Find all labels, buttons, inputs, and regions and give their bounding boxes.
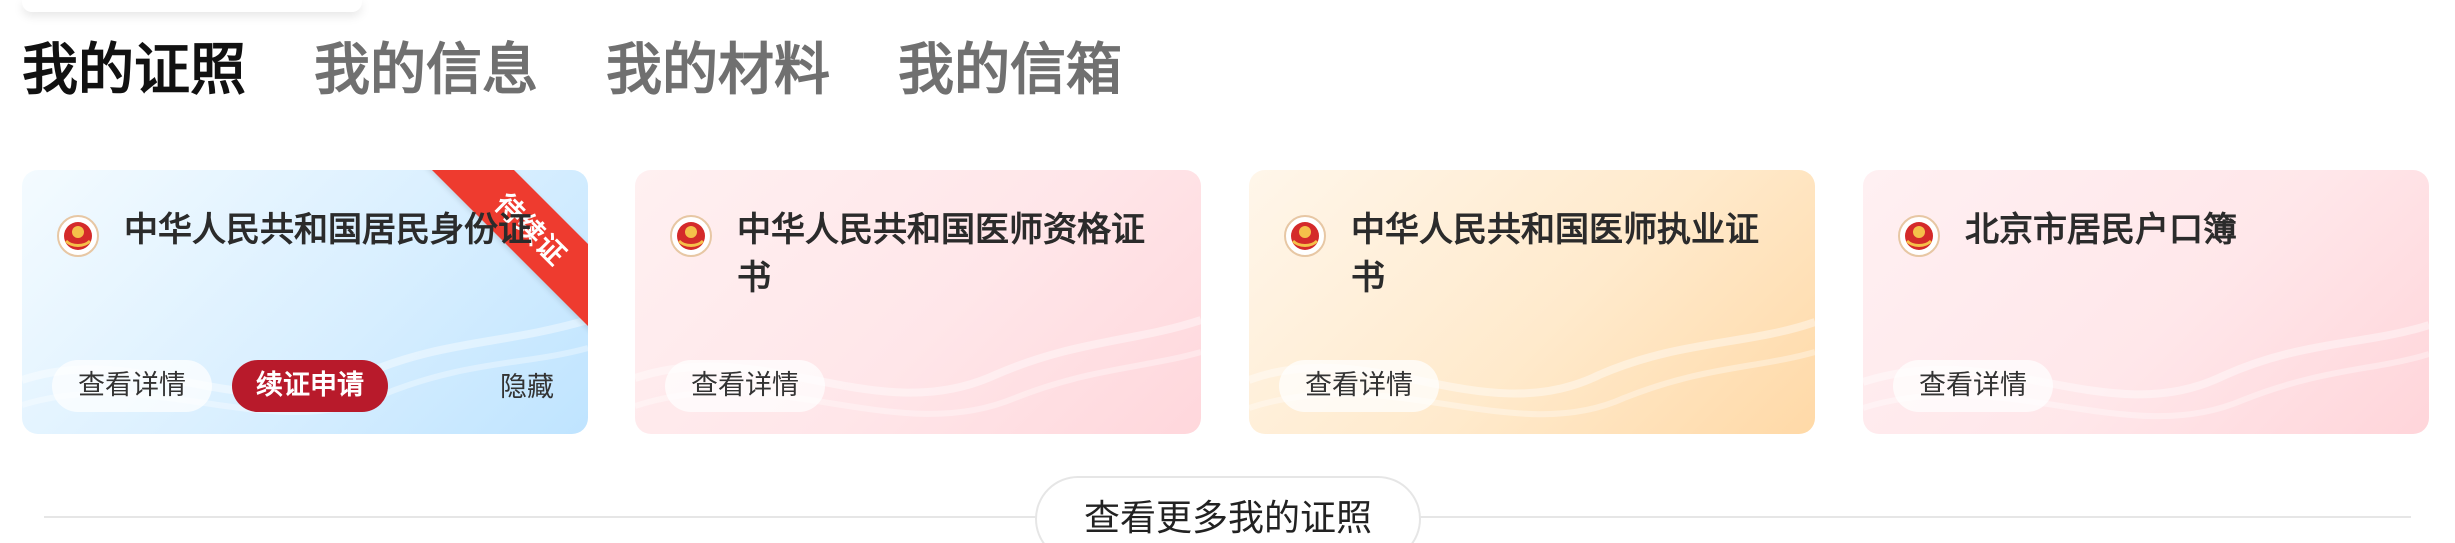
license-card-list: 待续证 中华人民共和国居民身份证 查看详情 续证申请 隐藏 中华人民共和国医师资… [22,170,2437,435]
license-title: 中华人民共和国居民身份证 [124,210,532,250]
license-title: 中华人民共和国医师资格证书 [737,210,1145,298]
view-details-button[interactable]: 查看详情 [1279,360,1439,412]
national-emblem-icon [1284,215,1326,257]
view-more-licenses-button[interactable]: 查看更多我的证照 [1035,476,1421,543]
license-card-id-card[interactable]: 待续证 中华人民共和国居民身份证 查看详情 续证申请 隐藏 [22,170,588,434]
tab-my-licenses[interactable]: 我的证照 [22,43,246,99]
tab-my-materials[interactable]: 我的材料 [606,43,830,99]
renew-application-button[interactable]: 续证申请 [232,360,388,412]
top-popover-edge [22,0,362,12]
tab-my-info[interactable]: 我的信息 [314,43,538,99]
tab-my-mailbox[interactable]: 我的信箱 [898,43,1122,99]
national-emblem-icon [57,215,99,257]
license-card-household-register[interactable]: 北京市居民户口簿 查看详情 [1863,170,2429,434]
view-details-button[interactable]: 查看详情 [1893,360,2053,412]
license-title: 中华人民共和国医师执业证书 [1351,210,1759,298]
more-licenses-section: 查看更多我的证照 [0,458,2455,543]
license-card-medical-qualification[interactable]: 中华人民共和国医师资格证书 查看详情 [635,170,1201,434]
view-details-button[interactable]: 查看详情 [52,360,212,412]
national-emblem-icon [670,215,712,257]
view-details-button[interactable]: 查看详情 [665,360,825,412]
hide-license-link[interactable]: 隐藏 [500,374,554,402]
page: 我的证照 我的信息 我的材料 我的信箱 待续证 中华人民共和国居民身份证 查看详… [0,0,2455,543]
tab-bar: 我的证照 我的信息 我的材料 我的信箱 [22,26,1122,116]
national-emblem-icon [1898,215,1940,257]
license-title: 北京市居民户口簿 [1965,210,2237,250]
license-card-medical-practice[interactable]: 中华人民共和国医师执业证书 查看详情 [1249,170,1815,434]
